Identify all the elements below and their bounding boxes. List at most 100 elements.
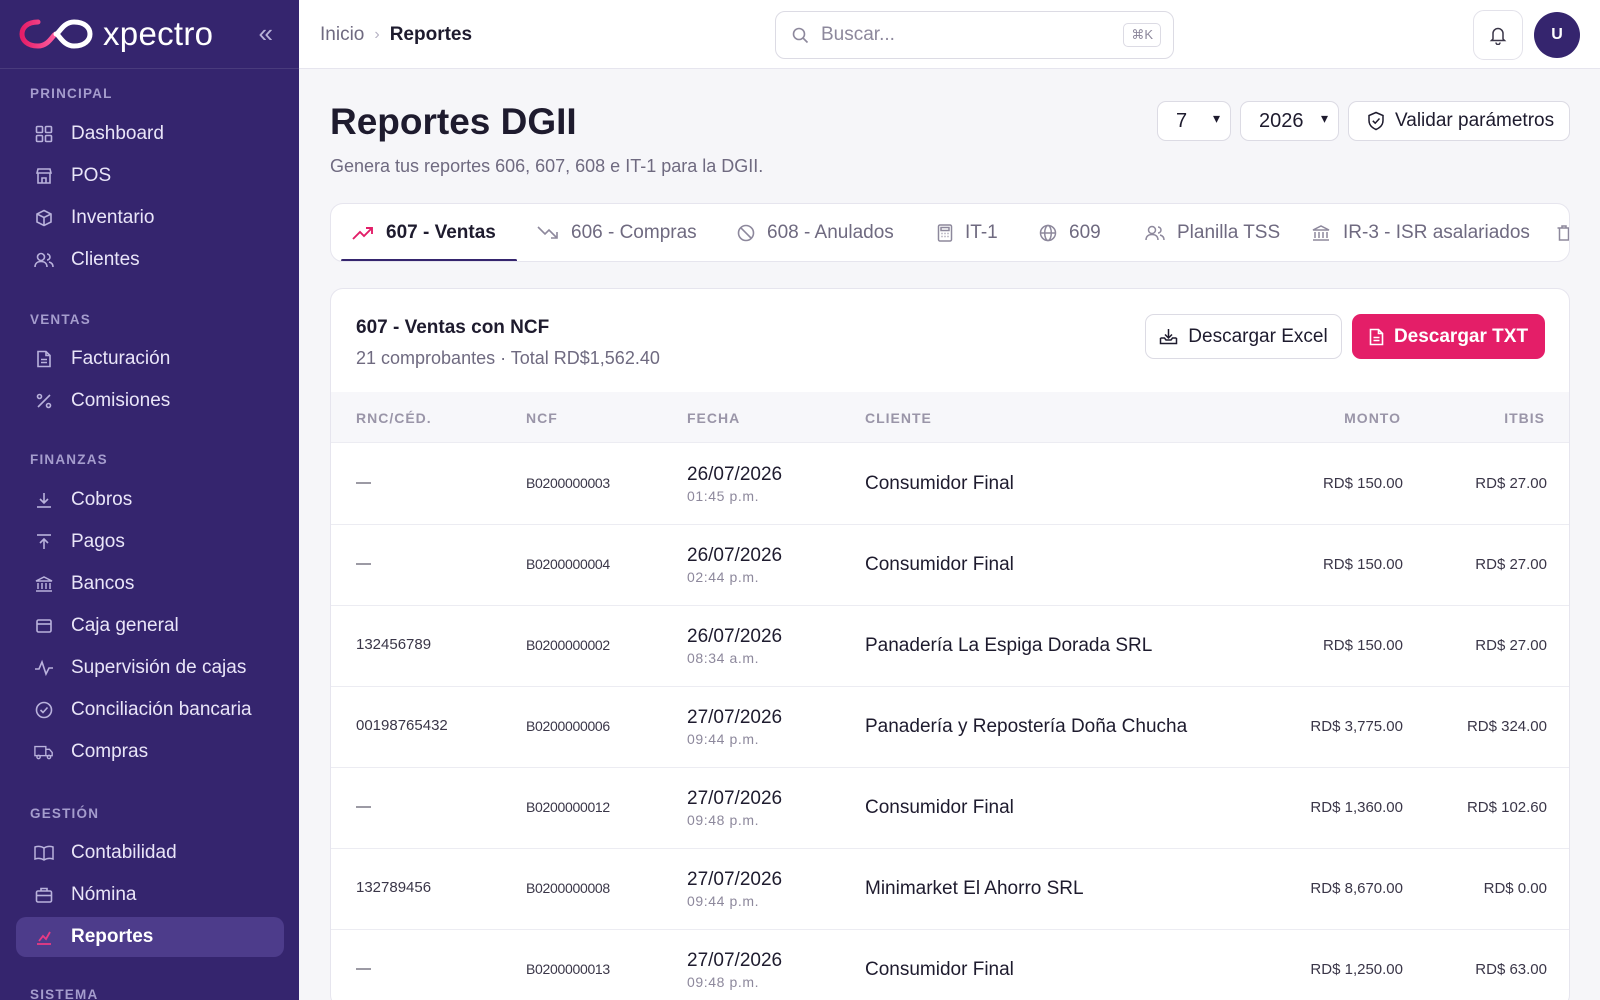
bank-icon: [34, 574, 54, 594]
cell-rnc: 00198765432: [356, 717, 448, 734]
table-row[interactable]: — B0200000003 26/07/2026 01:45 p.m. Cons…: [331, 444, 1569, 525]
validate-parameters-button[interactable]: Validar parámetros: [1348, 101, 1570, 141]
sidebar-item-nomina[interactable]: Nómina: [16, 875, 284, 915]
tab-label: 606 - Compras: [571, 221, 697, 243]
sidebar-item-contabilidad[interactable]: Contabilidad: [16, 833, 284, 873]
column-header-fecha[interactable]: FECHA: [687, 410, 740, 426]
tab-ir-3-isr[interactable]: IR-3 - ISR asalariados: [1311, 204, 1530, 261]
download-icon: [34, 490, 54, 510]
sidebar: xpectro « PRINCIPAL Dashboard POS Invent…: [0, 0, 299, 1000]
notifications-button[interactable]: [1473, 10, 1523, 60]
column-header-rnc[interactable]: RNC/CÉD.: [356, 410, 432, 426]
sidebar-item-inventario[interactable]: Inventario: [16, 198, 284, 238]
tab-609[interactable]: 609: [1039, 204, 1101, 261]
column-header-itbis[interactable]: ITBIS: [1504, 410, 1545, 426]
sidebar-item-bancos[interactable]: Bancos: [16, 564, 284, 604]
report-title: 607 - Ventas con NCF: [356, 317, 550, 338]
cell-date: 27/07/2026: [687, 788, 783, 809]
column-header-cliente[interactable]: CLIENTE: [865, 410, 932, 426]
search-input[interactable]: [821, 24, 1111, 46]
upload-icon: [34, 532, 54, 552]
download-excel-button[interactable]: Descargar Excel: [1145, 314, 1342, 359]
month-select[interactable]: 7 ▾: [1157, 101, 1231, 141]
column-header-monto[interactable]: MONTO: [1344, 410, 1401, 426]
cell-itbis: RD$ 27.00: [1475, 637, 1547, 654]
cell-time: 09:48 p.m.: [687, 974, 760, 990]
table-row[interactable]: 132789456 B0200000008 27/07/2026 09:44 p…: [331, 849, 1569, 930]
table-row[interactable]: 132456789 B0200000002 26/07/2026 08:34 a…: [331, 606, 1569, 687]
xpectro-logo-icon: [19, 16, 93, 52]
sidebar-item-supervision-cajas[interactable]: Supervisión de cajas: [16, 648, 284, 688]
users-icon: [34, 250, 54, 270]
sidebar-item-cobros[interactable]: Cobros: [16, 480, 284, 520]
calculator-icon: [937, 223, 953, 242]
download-txt-button[interactable]: Descargar TXT: [1352, 314, 1545, 359]
sidebar-item-reportes[interactable]: Reportes: [16, 917, 284, 957]
cell-time: 08:34 a.m.: [687, 650, 760, 666]
cell-date: 26/07/2026: [687, 464, 783, 485]
tab-planilla-tss[interactable]: Planilla TSS: [1145, 204, 1280, 261]
sidebar-item-caja-general[interactable]: Caja general: [16, 606, 284, 646]
double-chevron-left-icon[interactable]: «: [259, 20, 273, 46]
column-header-ncf[interactable]: NCF: [526, 410, 558, 426]
search-box[interactable]: ⌘K: [775, 11, 1174, 59]
brand[interactable]: xpectro «: [0, 0, 299, 69]
cell-client: Consumidor Final: [865, 959, 1014, 980]
check-circle-icon: [34, 700, 54, 720]
globe-icon: [1039, 224, 1057, 242]
cell-time: 02:44 p.m.: [687, 569, 760, 585]
tab-overflow-icon[interactable]: [1556, 204, 1569, 261]
table-row[interactable]: — B0200000013 27/07/2026 09:48 p.m. Cons…: [331, 930, 1569, 1000]
grid-icon: [34, 124, 54, 144]
sidebar-item-clientes[interactable]: Clientes: [16, 240, 284, 280]
sidebar-item-label: Dashboard: [71, 123, 164, 144]
table-row[interactable]: 00198765432 B0200000006 27/07/2026 09:44…: [331, 687, 1569, 768]
sidebar-item-compras[interactable]: Compras: [16, 732, 284, 772]
download-tray-icon: [1159, 328, 1178, 345]
chevron-down-icon: ▾: [1320, 110, 1328, 126]
cell-ncf: B0200000013: [526, 961, 610, 977]
cell-rnc: —: [356, 555, 371, 572]
year-select[interactable]: 2026 ▾: [1240, 101, 1339, 141]
cell-time: 09:44 p.m.: [687, 893, 760, 909]
search-icon: [792, 27, 809, 44]
sidebar-item-conciliacion-bancaria[interactable]: Conciliación bancaria: [16, 690, 284, 730]
document-icon: [34, 349, 54, 369]
cell-itbis: RD$ 27.00: [1475, 475, 1547, 492]
tab-607-ventas[interactable]: 607 - Ventas: [352, 204, 496, 261]
table-header: RNC/CÉD. NCF FECHA CLIENTE MONTO ITBIS: [331, 392, 1569, 443]
tab-label: 609: [1069, 221, 1101, 243]
tab-label: 607 - Ventas: [386, 221, 496, 243]
tab-label: Planilla TSS: [1177, 221, 1281, 243]
table-row[interactable]: — B0200000004 26/07/2026 02:44 p.m. Cons…: [331, 525, 1569, 606]
sidebar-item-pos[interactable]: POS: [16, 156, 284, 196]
cell-client: Consumidor Final: [865, 554, 1014, 575]
month-value: 7: [1176, 109, 1188, 132]
cell-date: 26/07/2026: [687, 545, 783, 566]
tab-608-anulados[interactable]: 608 - Anulados: [737, 204, 894, 261]
tab-606-compras[interactable]: 606 - Compras: [537, 204, 697, 261]
year-value: 2026: [1259, 109, 1304, 132]
store-icon: [34, 166, 54, 186]
tab-it-1[interactable]: IT-1: [937, 204, 998, 261]
sidebar-item-comisiones[interactable]: Comisiones: [16, 381, 284, 421]
avatar[interactable]: U: [1534, 12, 1580, 58]
sidebar-item-dashboard[interactable]: Dashboard: [16, 114, 284, 154]
cell-ncf: B0200000003: [526, 475, 610, 491]
cell-monto: RD$ 1,250.00: [1310, 961, 1403, 978]
cell-itbis: RD$ 0.00: [1483, 880, 1547, 897]
shortcut-hint: ⌘K: [1123, 23, 1161, 47]
table-row[interactable]: — B0200000012 27/07/2026 09:48 p.m. Cons…: [331, 768, 1569, 849]
tab-label: IT-1: [965, 221, 998, 243]
cell-itbis: RD$ 102.60: [1466, 799, 1547, 816]
breadcrumb-inicio[interactable]: Inicio: [320, 24, 364, 46]
breadcrumb: Inicio › Reportes: [320, 24, 472, 46]
tab-label: IR-3 - ISR asalariados: [1343, 221, 1530, 243]
sidebar-item-label: Pagos: [71, 531, 125, 552]
sidebar-item-facturacion[interactable]: Facturación: [16, 339, 284, 379]
bell-icon: [1489, 25, 1507, 45]
page-title: Reportes DGII: [330, 101, 577, 142]
bank-icon: [1311, 224, 1331, 242]
sidebar-item-pagos[interactable]: Pagos: [16, 522, 284, 562]
sidebar-item-label: Caja general: [71, 615, 179, 636]
